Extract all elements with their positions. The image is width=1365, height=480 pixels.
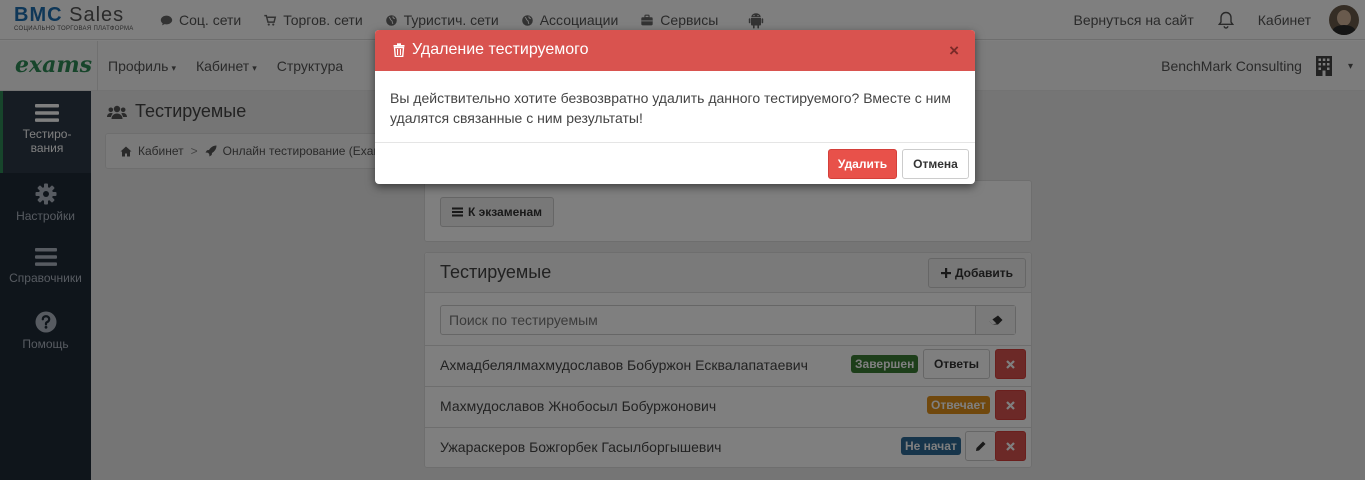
- modal-title-text: Удаление тестируемого: [412, 41, 589, 58]
- modal-body-text: Вы действительно хотите безвозвратно уда…: [390, 90, 951, 126]
- modal-footer: Удалить Отмена: [375, 142, 975, 184]
- modal-title: Удаление тестируемого: [393, 41, 589, 59]
- confirm-delete-button[interactable]: Удалить: [828, 149, 897, 179]
- modal-header: Удаление тестируемого ×: [375, 30, 975, 71]
- trash-icon: [393, 43, 405, 57]
- close-icon[interactable]: ×: [949, 42, 959, 59]
- delete-testee-modal: Удаление тестируемого × Вы действительно…: [375, 30, 975, 184]
- cancel-button[interactable]: Отмена: [902, 149, 969, 179]
